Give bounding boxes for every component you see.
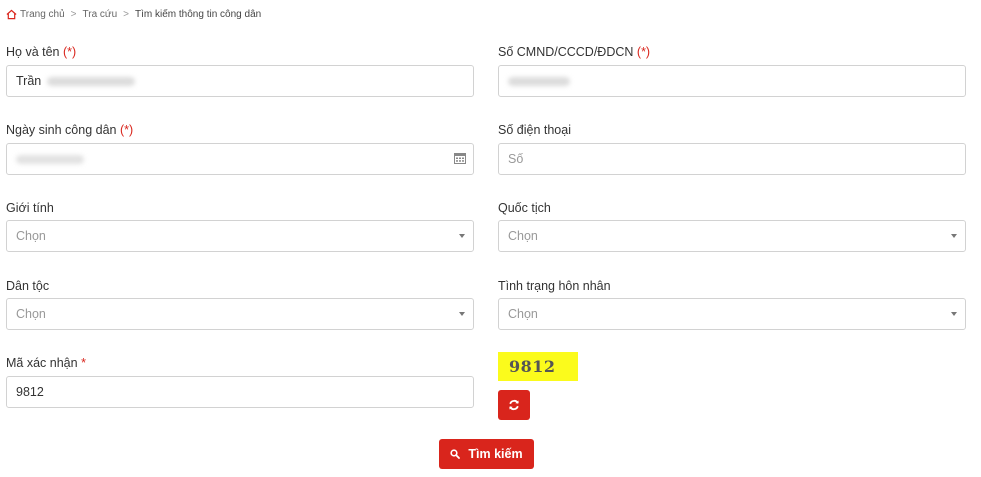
refresh-icon	[509, 399, 519, 411]
chevron-down-icon	[459, 234, 465, 238]
full-name-label: Họ và tên (*)	[6, 45, 77, 59]
refresh-captcha-button[interactable]	[498, 390, 530, 420]
chevron-down-icon	[951, 234, 957, 238]
redacted-birth-date	[16, 154, 84, 164]
calendar-icon[interactable]	[454, 153, 466, 164]
gender-selected: Chọn	[16, 229, 46, 243]
full-name-value: Trần	[16, 74, 42, 88]
marital-status-label: Tình trạng hôn nhân	[498, 279, 611, 293]
chevron-down-icon	[459, 312, 465, 316]
nationality-label: Quốc tịch	[498, 201, 551, 215]
search-button-label: Tìm kiếm	[468, 447, 523, 461]
redacted-name	[47, 76, 136, 86]
captcha-input-value: 9812	[16, 385, 44, 399]
birth-date-label: Ngày sinh công dân (*)	[6, 123, 134, 137]
breadcrumb-lookup[interactable]: Tra cứu	[83, 9, 118, 20]
captcha-image-text: 9812	[509, 357, 556, 376]
captcha-image: 9812	[498, 352, 578, 381]
breadcrumb-separator: >	[123, 9, 130, 20]
chevron-down-icon	[951, 312, 957, 316]
ethnicity-selected: Chọn	[16, 307, 46, 321]
id-number-field[interactable]	[498, 65, 966, 97]
birth-date-field[interactable]	[6, 143, 474, 175]
phone-placeholder: Số	[508, 152, 524, 166]
ethnicity-select[interactable]: Chọn	[6, 298, 474, 330]
phone-label: Số điện thoại	[498, 123, 571, 137]
ethnicity-label: Dân tộc	[6, 279, 50, 293]
nationality-select[interactable]: Chọn	[498, 220, 966, 252]
phone-field[interactable]: Số	[498, 143, 966, 175]
breadcrumb: Trang chủ > Tra cứu > Tìm kiếm thông tin…	[6, 9, 261, 20]
search-icon	[450, 449, 461, 459]
marital-status-selected: Chọn	[508, 307, 538, 321]
full-name-field[interactable]: Trần	[6, 65, 474, 97]
marital-status-select[interactable]: Chọn	[498, 298, 966, 330]
nationality-selected: Chọn	[508, 229, 538, 243]
search-button[interactable]: Tìm kiếm	[439, 439, 534, 469]
id-number-label: Số CMND/CCCD/ĐDCN (*)	[498, 45, 651, 59]
gender-select[interactable]: Chọn	[6, 220, 474, 252]
breadcrumb-current: Tìm kiếm thông tin công dân	[135, 9, 262, 20]
captcha-label: Mã xác nhận *	[6, 356, 86, 370]
redacted-id-number	[508, 76, 570, 86]
breadcrumb-home[interactable]: Trang chủ	[20, 9, 65, 20]
captcha-input[interactable]: 9812	[6, 376, 474, 408]
home-icon[interactable]	[6, 9, 17, 20]
gender-label: Giới tính	[6, 201, 54, 215]
breadcrumb-separator: >	[70, 9, 77, 20]
